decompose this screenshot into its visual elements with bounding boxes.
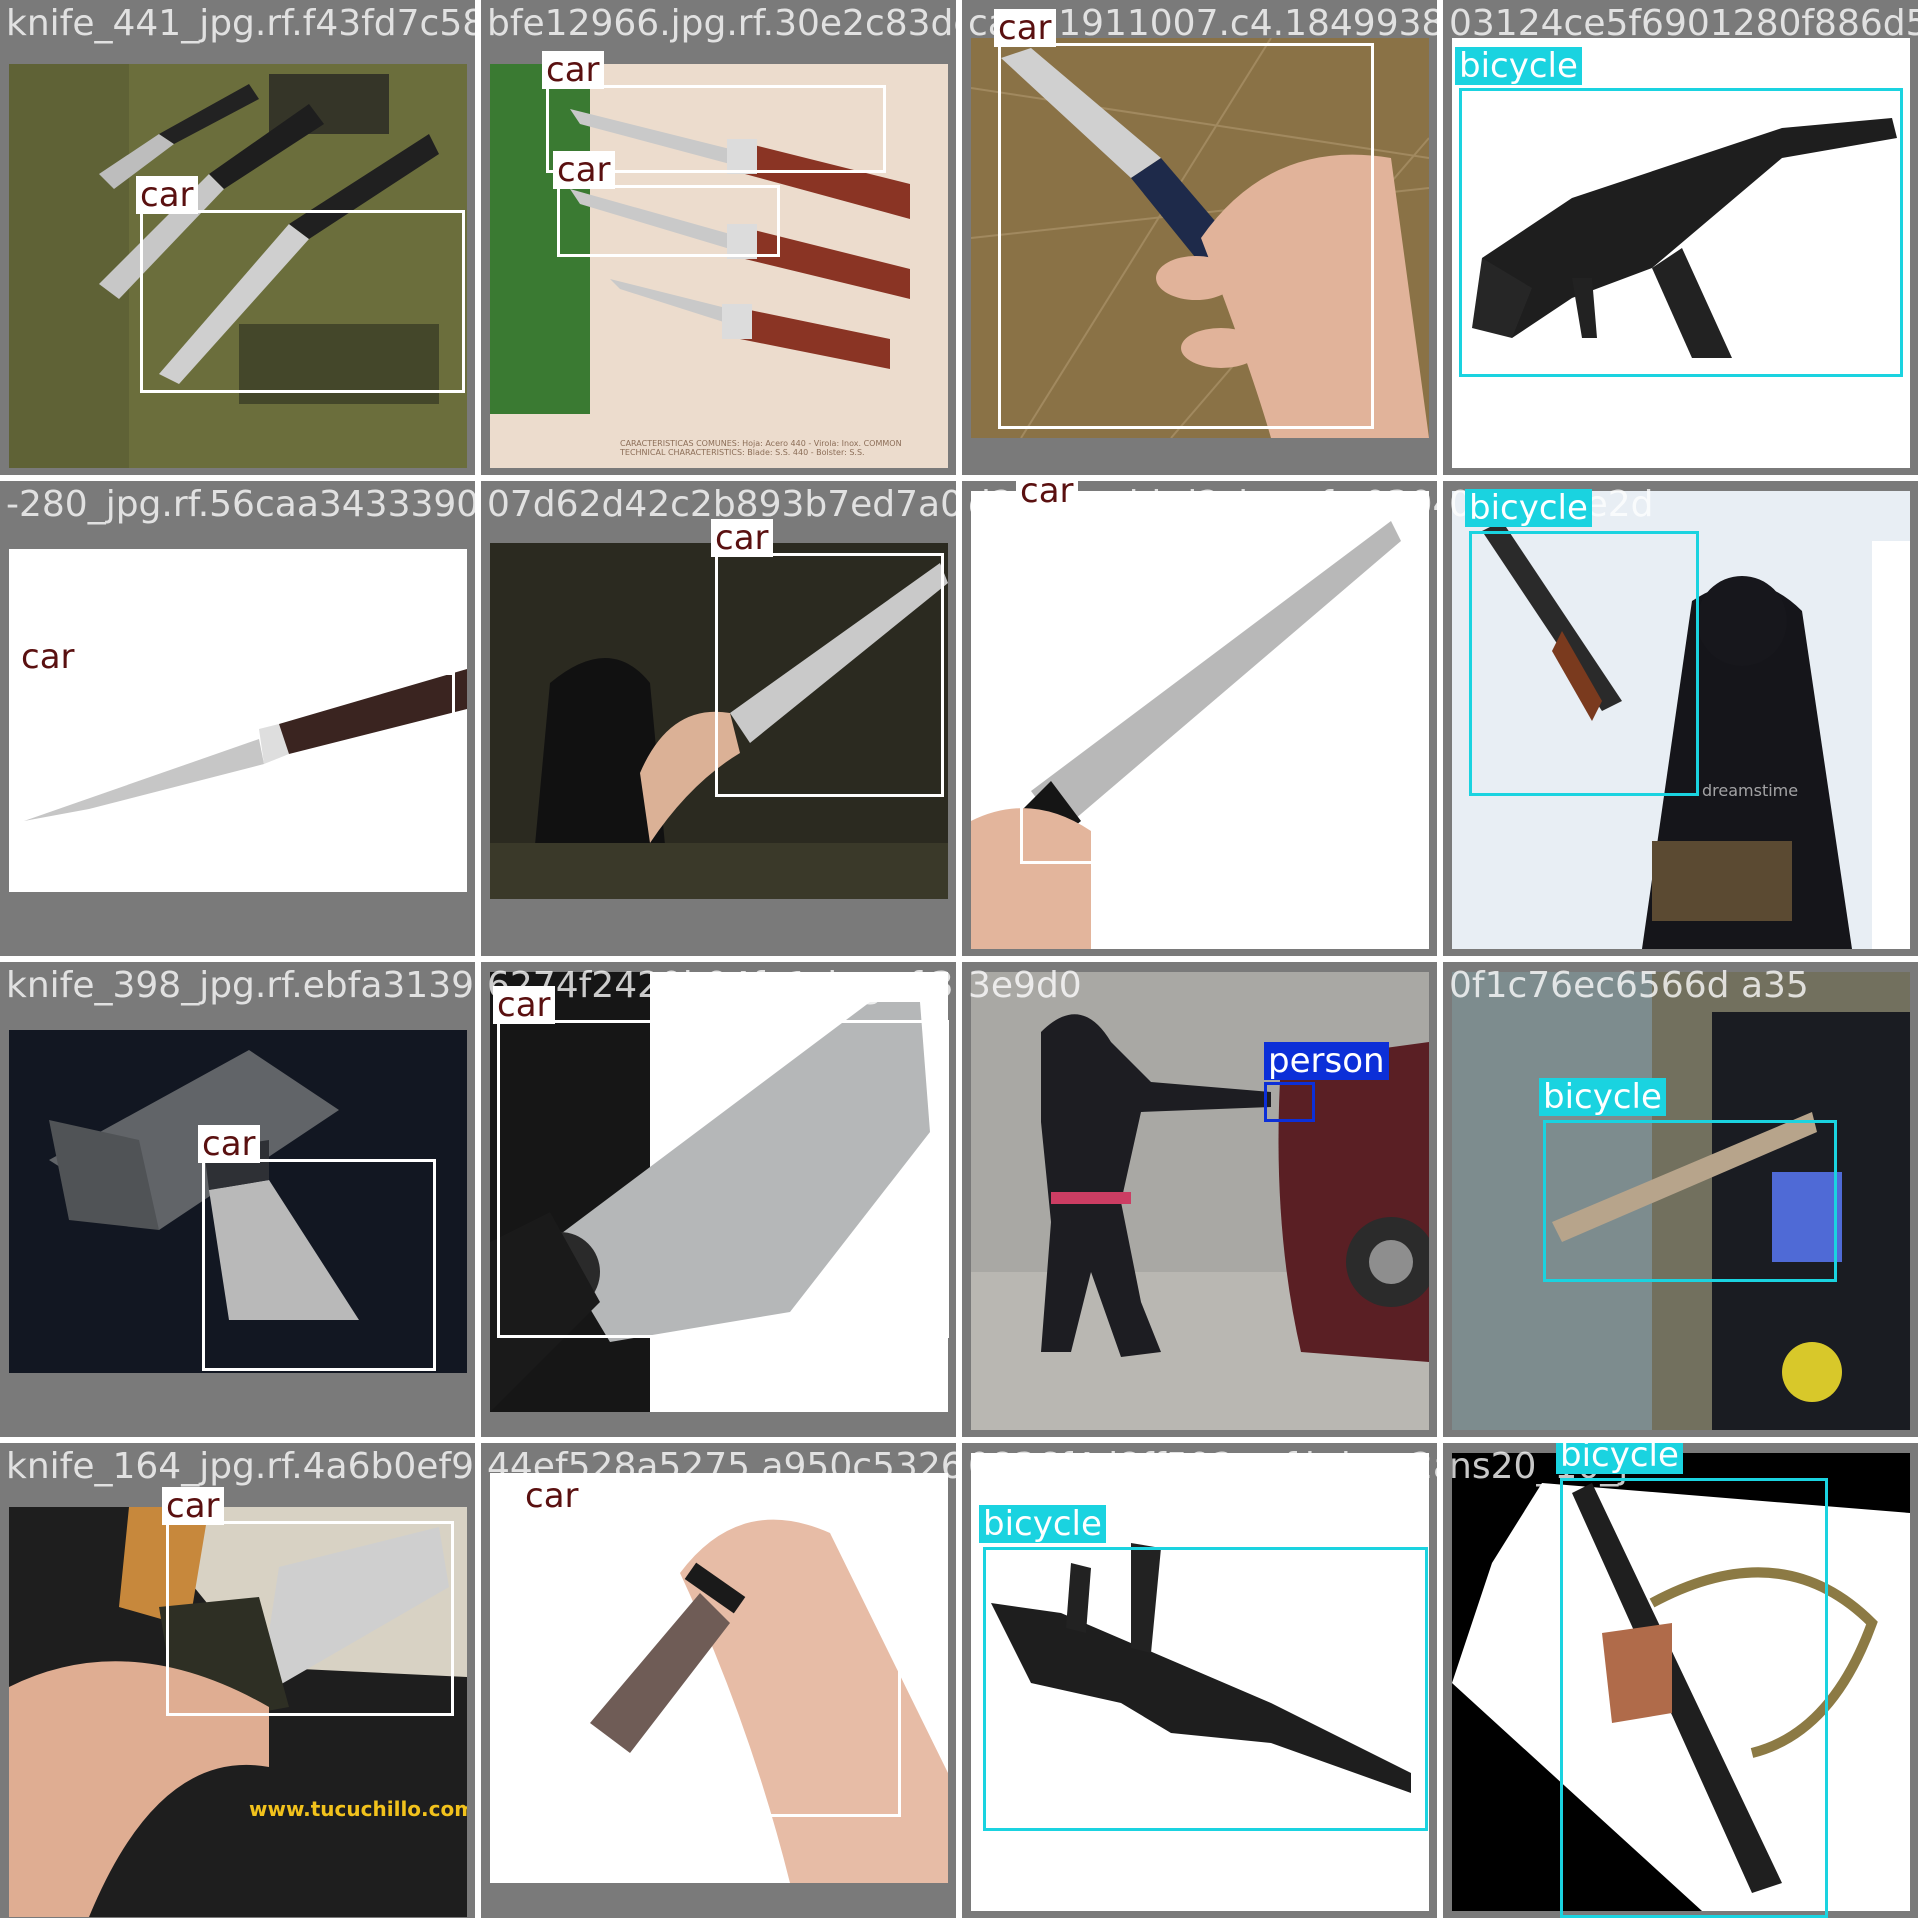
tile-caption: 0f1c76ec6566d a35	[1449, 965, 1809, 1006]
detection-label: bicycle	[1455, 47, 1582, 85]
detection-label: car	[493, 986, 555, 1024]
detection-box[interactable]	[525, 1511, 901, 1817]
detection-box[interactable]	[497, 1020, 949, 1338]
detection-box[interactable]	[21, 672, 455, 845]
tile-2[interactable]: CARACTERISTICAS COMUNES: Hoja: Acero 440…	[481, 0, 956, 475]
tile-10[interactable]: 6274f2420b94fe1_jpg.rf.3075 car	[481, 962, 956, 1437]
watermark-url: www.tucuchillo.com	[249, 1797, 467, 1821]
tile-8[interactable]: dreamstime 08b7e2e2d bicycle	[1443, 481, 1918, 956]
detection-label: car	[553, 151, 615, 189]
detection-label: bicycle	[1465, 489, 1592, 527]
watermark: dreamstime	[1702, 781, 1799, 800]
detection-box[interactable]	[715, 553, 944, 797]
tile-1[interactable]: knife_441_jpg.rf.f43fd7c58cbbbf01756c773…	[0, 0, 475, 475]
tile-4[interactable]: 03124ce5f6901280f886d5c bicycle	[1443, 0, 1918, 475]
tile-15[interactable]: 0836f4d8ff592g.rf.bdccc2a8 bicycle	[962, 1443, 1437, 1918]
detection-box[interactable]	[1459, 88, 1903, 377]
detection-box[interactable]	[1469, 531, 1699, 796]
catalog-caption: CARACTERISTICAS COMUNES: Hoja: Acero 440…	[620, 439, 902, 457]
detection-box[interactable]	[557, 185, 780, 257]
tile-7[interactable]: d2fe_aa_bbd2_jpg.rf.e0304e6 car	[962, 481, 1437, 956]
tile-caption: bfe12966.jpg.rf.30e2c83dc2e	[487, 3, 956, 44]
tile-caption: knife_398_jpg.rf.ebfa3139e6	[6, 965, 475, 1006]
detection-box[interactable]	[1020, 506, 1420, 864]
detection-label: car	[162, 1487, 224, 1525]
tile-caption: 0836f4d8ff592g.rf.bdccc2a8	[968, 1446, 1437, 1487]
detection-label: car	[136, 176, 198, 214]
detection-label: car	[198, 1125, 260, 1163]
detection-box[interactable]	[998, 43, 1374, 429]
detection-box[interactable]	[202, 1159, 436, 1371]
detection-label: car	[711, 519, 773, 557]
detection-label: bicycle	[1556, 1443, 1683, 1474]
detection-box[interactable]	[1543, 1120, 1837, 1282]
tile-13[interactable]: www.tucuchillo.com knife_164_jpg.rf.4a6b…	[0, 1443, 475, 1918]
tile-caption: 6274f2420b94fe1_jpg.rf.3075	[487, 965, 956, 1006]
tile-11[interactable]: 3e9d0 person	[962, 962, 1437, 1437]
detection-label: bicycle	[1539, 1078, 1666, 1116]
detection-box[interactable]	[1264, 1082, 1315, 1122]
detection-box[interactable]	[983, 1547, 1428, 1831]
tile-caption: knife_441_jpg.rf.f43fd7c58cbbbf01756c773	[6, 3, 475, 44]
tile-5[interactable]: -280_jpg.rf.56caa34333909100 car	[0, 481, 475, 956]
tile-12[interactable]: 0f1c76ec6566d a35 bicycle	[1443, 962, 1918, 1437]
detection-box[interactable]	[140, 210, 465, 393]
tile-caption: knife_164_jpg.rf.4a6b0ef9b84	[6, 1446, 475, 1487]
tile-9[interactable]: knife_398_jpg.rf.ebfa3139e6 car	[0, 962, 475, 1437]
detection-label: bicycle	[979, 1505, 1106, 1543]
tile-6[interactable]: 07d62d42c2b893b7ed7a042 car	[481, 481, 956, 956]
detection-label: car	[994, 9, 1056, 47]
tile-14[interactable]: 44ef528a5275.a950c5326 car	[481, 1443, 956, 1918]
detection-grid: knife_441_jpg.rf.f43fd7c58cbbbf01756c773…	[0, 0, 1920, 1920]
detection-label: car	[521, 1477, 583, 1515]
detection-box[interactable]	[1560, 1478, 1828, 1918]
tile-caption: -280_jpg.rf.56caa34333909100	[6, 484, 475, 525]
detection-box[interactable]	[166, 1521, 454, 1716]
detection-label: person	[1264, 1042, 1389, 1080]
detection-label: car	[17, 638, 79, 676]
detection-label: car	[542, 51, 604, 89]
detection-label: car	[1016, 481, 1078, 510]
tile-3[interactable]: car a1911007.c4.1849938fef03124ce5f690 c…	[962, 0, 1437, 475]
tile-16[interactable]: ns20_10_j bicycle	[1443, 1443, 1918, 1918]
tile-caption: 03124ce5f6901280f886d5c	[1449, 3, 1918, 44]
tile-caption: 3e9d0	[968, 965, 1082, 1006]
